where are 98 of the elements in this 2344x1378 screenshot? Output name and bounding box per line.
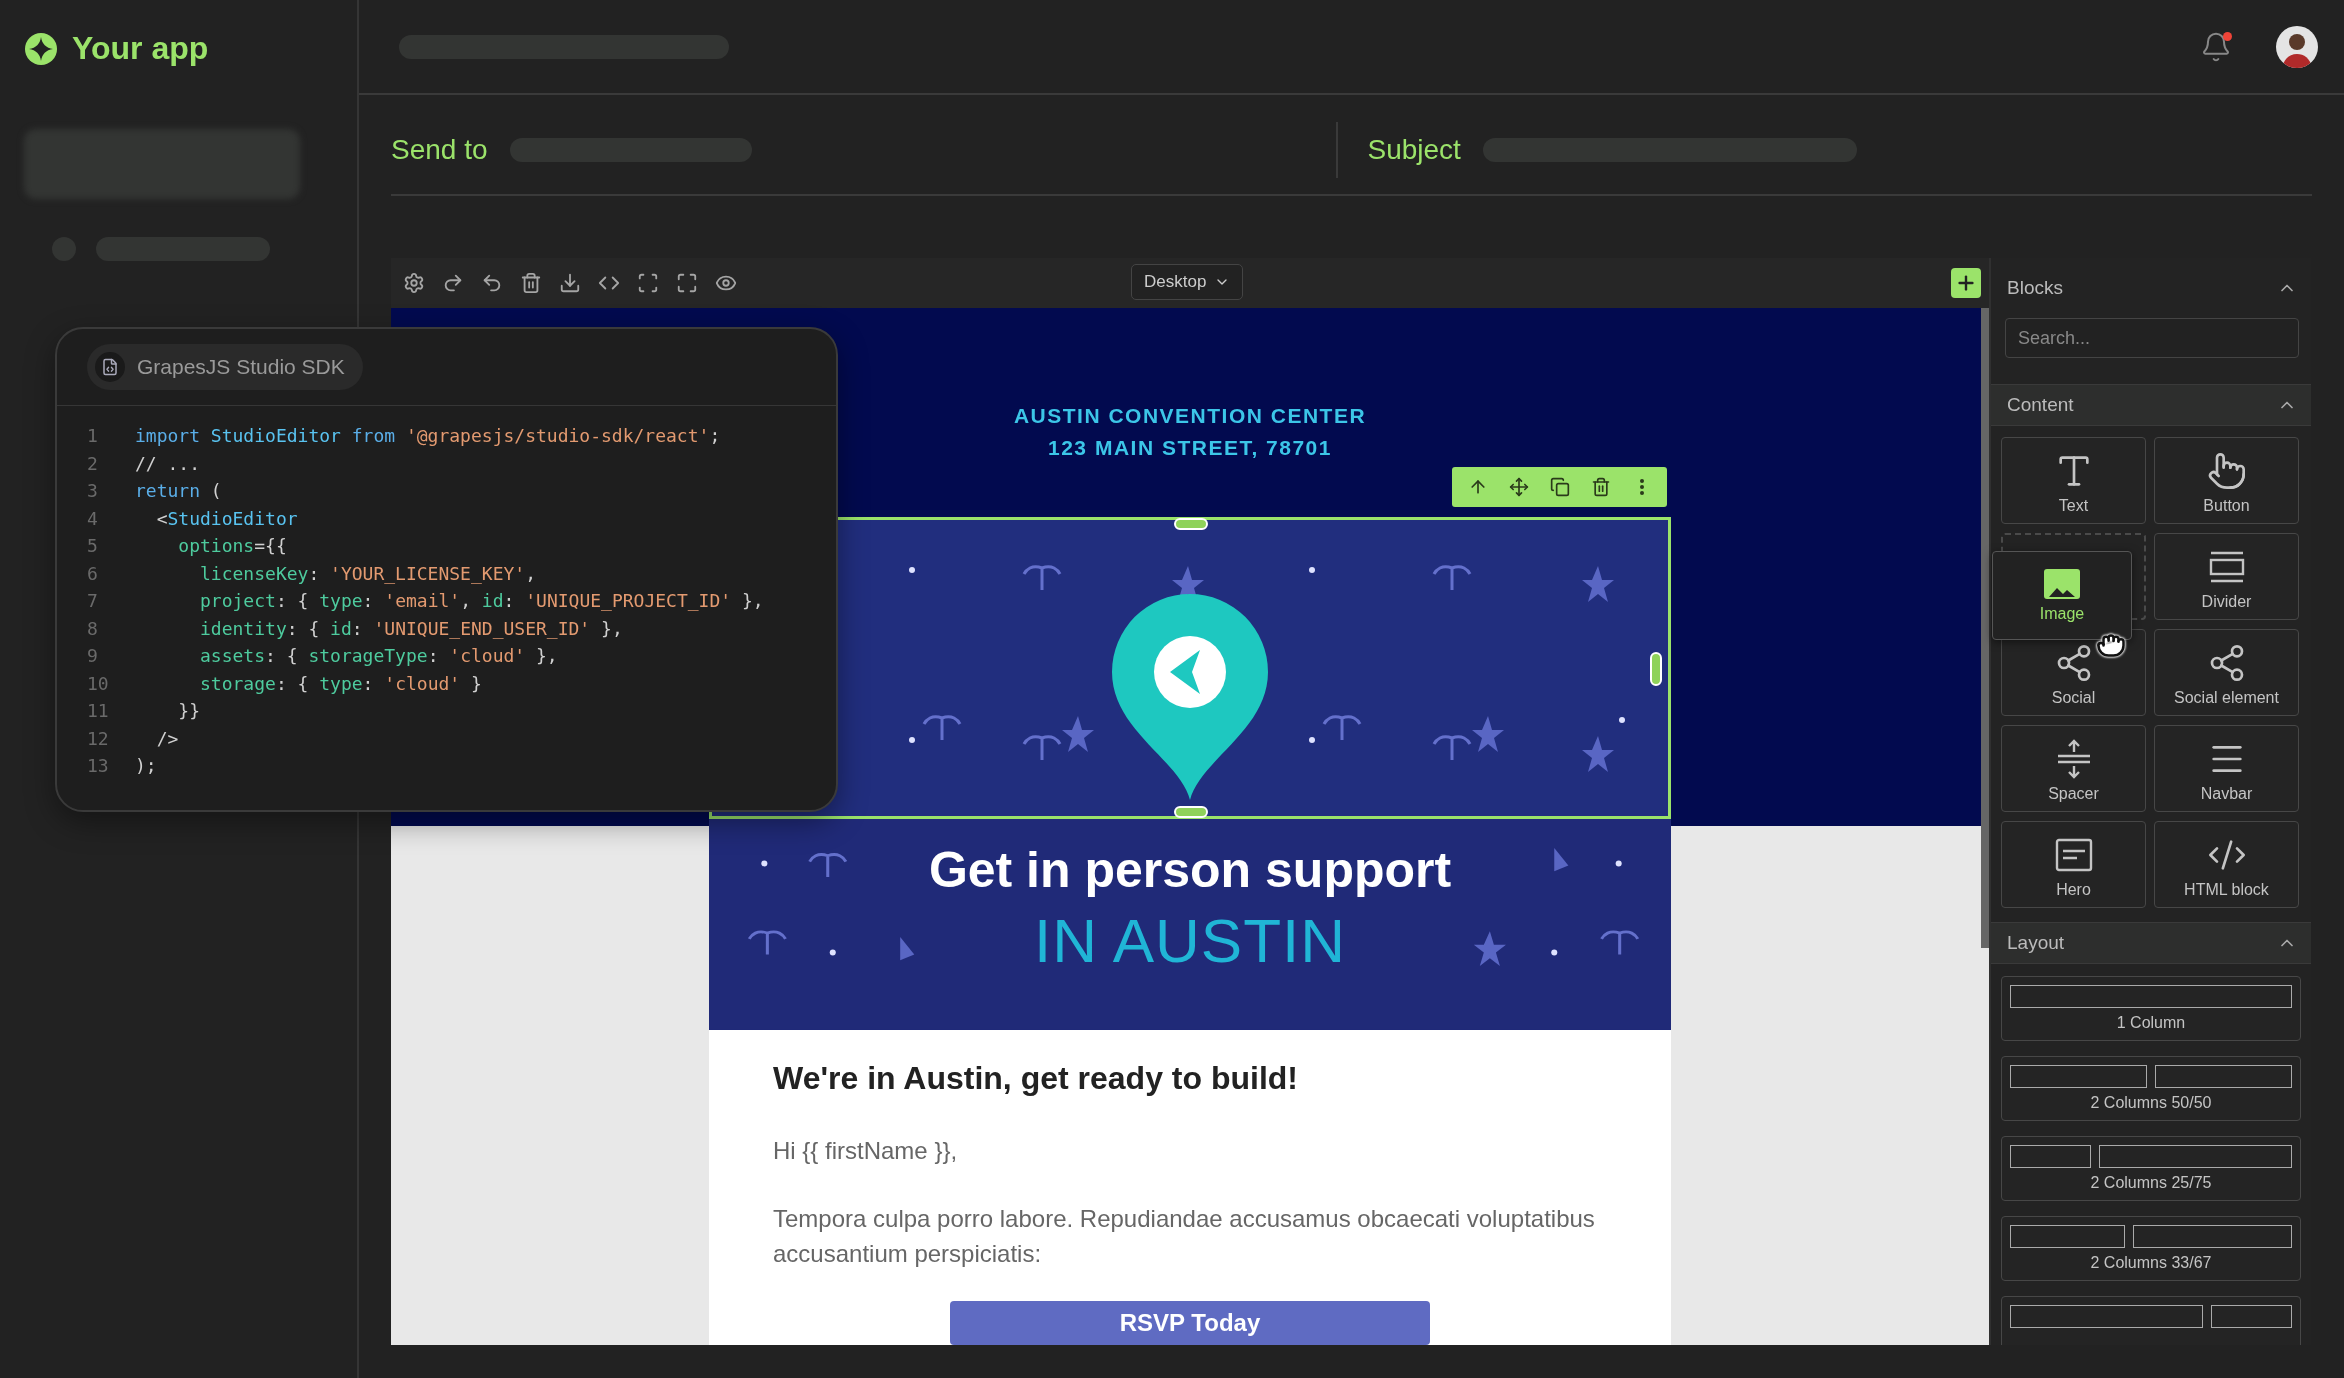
section-title: Content bbox=[2007, 394, 2074, 416]
layout-card[interactable]: 2 Columns 50/50 bbox=[2001, 1056, 2301, 1121]
block-card[interactable]: Navbar bbox=[2154, 725, 2299, 812]
file-code-icon bbox=[101, 358, 119, 376]
columns-icon bbox=[2010, 1225, 2292, 1248]
bell-icon bbox=[2200, 30, 2232, 63]
layout-label: 2 Columns 33/67 bbox=[2089, 1254, 2213, 1272]
section-title: Layout bbox=[2007, 932, 2065, 954]
layout-label: 1 Column bbox=[2115, 1014, 2187, 1032]
image-icon bbox=[2044, 568, 2080, 599]
block-card[interactable]: Text bbox=[2001, 437, 2146, 524]
layout-card[interactable]: 1 Column bbox=[2001, 976, 2301, 1041]
logo-icon bbox=[24, 31, 58, 66]
download-button[interactable] bbox=[559, 272, 581, 294]
columns-icon bbox=[2010, 1065, 2292, 1088]
line-number: 8 bbox=[87, 617, 99, 639]
block-card[interactable]: Button bbox=[2154, 437, 2299, 524]
send-to-label: Send to bbox=[391, 134, 488, 166]
fullscreen-icon bbox=[637, 272, 659, 294]
line-number: 10 bbox=[87, 672, 110, 694]
redo-icon bbox=[442, 272, 464, 294]
fullscreen-button[interactable] bbox=[637, 272, 659, 294]
address-text: 123 MAIN STREET, 78701 bbox=[1048, 435, 1332, 461]
download-icon bbox=[559, 272, 581, 294]
settings-icon bbox=[403, 272, 425, 294]
line-number: 7 bbox=[87, 590, 99, 612]
block-card[interactable]: Spacer bbox=[2001, 725, 2146, 812]
code-line: <StudioEditor bbox=[155, 507, 298, 529]
code-line: /> bbox=[155, 727, 179, 749]
line-number: 9 bbox=[87, 645, 99, 667]
undo-icon bbox=[481, 272, 503, 294]
settings-button[interactable] bbox=[403, 272, 425, 294]
rsvp-button[interactable]: RSVP Today bbox=[950, 1301, 1430, 1345]
line-number: 5 bbox=[87, 535, 99, 557]
line-number: 11 bbox=[87, 700, 110, 722]
avatar[interactable] bbox=[2276, 25, 2318, 68]
line-number: 4 bbox=[87, 507, 99, 529]
layout-card[interactable] bbox=[2001, 1296, 2301, 1345]
move-icon bbox=[1508, 477, 1529, 498]
trash-button[interactable] bbox=[520, 272, 542, 294]
line-number: 6 bbox=[87, 562, 99, 584]
code-line: project: { type: 'email', id: 'UNIQUE_PROJECT_ID' }, bbox=[199, 590, 764, 612]
hero-subtitle: IN AUSTIN bbox=[1033, 905, 1347, 977]
code-line: import StudioEditor from '@grapesjs/studio-sdk/react'; bbox=[135, 425, 721, 447]
columns-icon bbox=[2010, 1305, 2292, 1328]
more-icon bbox=[1639, 479, 1644, 496]
code-line: identity: { id: 'UNIQUE_END_USER_ID' }, bbox=[199, 617, 623, 639]
redo-button[interactable] bbox=[442, 272, 464, 294]
expand-icon bbox=[676, 272, 698, 294]
block-card[interactable]: Divider bbox=[2154, 533, 2299, 620]
add-button[interactable] bbox=[1951, 268, 1981, 298]
code-line: // ... bbox=[135, 452, 201, 474]
notification-button[interactable] bbox=[2200, 30, 2232, 63]
code-line: }} bbox=[177, 700, 201, 722]
resize-handle[interactable] bbox=[1174, 518, 1208, 531]
subject-label: Subject bbox=[1367, 134, 1461, 166]
columns-icon bbox=[2010, 985, 2292, 1008]
trash-icon bbox=[520, 272, 542, 294]
expand-button[interactable] bbox=[676, 272, 698, 294]
line-number: 1 bbox=[87, 425, 99, 447]
trash-icon bbox=[1590, 477, 1611, 498]
device-select[interactable]: Desktop bbox=[1131, 264, 1244, 300]
line-number: 13 bbox=[87, 755, 110, 777]
email-heading: We're in Austin, get ready to build! bbox=[773, 1060, 1299, 1097]
layout-card[interactable]: 2 Columns 25/75 bbox=[2001, 1136, 2301, 1201]
line-number: 3 bbox=[87, 480, 99, 502]
undo-button[interactable] bbox=[481, 272, 503, 294]
greeting-text: Hi {{ firstName }}, bbox=[773, 1136, 959, 1166]
resize-handle[interactable] bbox=[1174, 806, 1208, 819]
layout-card[interactable]: 2 Columns 33/67 bbox=[2001, 1216, 2301, 1281]
code-line: return ( bbox=[135, 480, 222, 502]
body-paragraph: Tempora culpa porro labore. Repudiandae accusamus obcaecati voluptatibus accusantium perspiciatis: bbox=[773, 1204, 1596, 1269]
code-line: licenseKey: 'YOUR_LICENSE_KEY', bbox=[199, 562, 536, 584]
venue-text: AUSTIN CONVENTION CENTER bbox=[1013, 403, 1367, 429]
resize-handle[interactable] bbox=[1650, 652, 1662, 687]
line-number: 2 bbox=[87, 452, 99, 474]
layout-label: 2 Columns 25/75 bbox=[2089, 1174, 2213, 1192]
section-header[interactable]: Content bbox=[1991, 384, 2311, 426]
scrollbar[interactable] bbox=[1981, 308, 1989, 948]
search-field[interactable]: Search... bbox=[2005, 318, 2299, 358]
line-number: 12 bbox=[87, 727, 110, 749]
dragged-block-card[interactable]: Image bbox=[1992, 551, 2132, 640]
code-line: storage: { type: 'cloud' } bbox=[199, 672, 482, 694]
block-card[interactable]: HTML block bbox=[2154, 821, 2299, 908]
app-name: Your app bbox=[72, 30, 209, 67]
pointer-icon bbox=[2206, 451, 2247, 491]
layout-label: 2 Columns 50/50 bbox=[2089, 1094, 2213, 1112]
section-header[interactable]: Layout bbox=[1991, 922, 2311, 964]
panel-title: Blocks bbox=[2007, 277, 2063, 299]
block-card[interactable]: Social element bbox=[2154, 629, 2299, 716]
copy-icon bbox=[1549, 477, 1570, 498]
code-line: options={{ bbox=[177, 535, 287, 557]
hero-title: Get in person support bbox=[928, 841, 1452, 900]
file-tab[interactable]: GrapesJS Studio SDK bbox=[87, 344, 363, 390]
code-line: ); bbox=[135, 755, 157, 777]
columns-icon bbox=[2010, 1145, 2292, 1168]
block-card[interactable]: Hero bbox=[2001, 821, 2146, 908]
code-line: assets: { storageType: 'cloud' }, bbox=[199, 645, 558, 667]
